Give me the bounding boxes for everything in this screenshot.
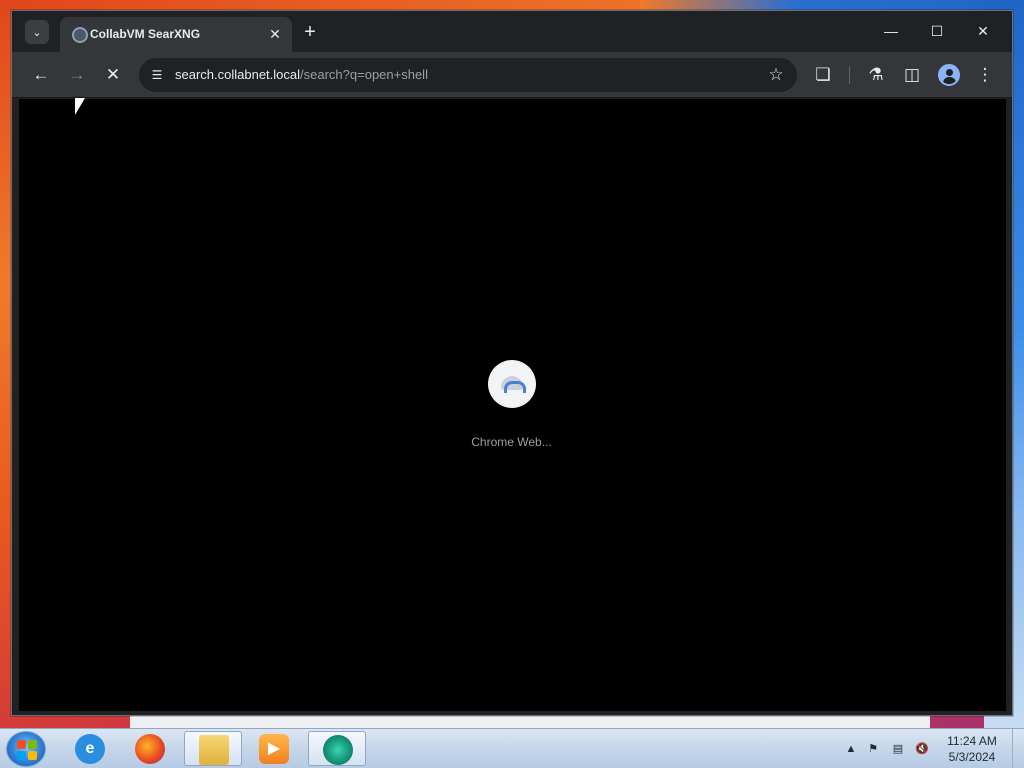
background-window-edge — [130, 714, 930, 728]
clock-date: 5/3/2024 — [948, 750, 996, 764]
taskbar-media-player[interactable]: ▶ — [245, 731, 303, 766]
chrome-web-app-icon — [323, 735, 353, 765]
site-info-icon[interactable]: ☰ — [147, 65, 167, 85]
tab-title: CollabVM SearXNG — [90, 27, 201, 41]
close-window-button[interactable]: ✕ — [969, 19, 997, 43]
loading-label: Chrome Web... — [471, 435, 552, 449]
labs-button[interactable]: ⚗ — [863, 63, 889, 87]
stop-loading-button[interactable]: ✕ — [100, 63, 126, 87]
arrow-left-icon: ← — [32, 65, 50, 84]
network-icon[interactable]: ▤ — [890, 741, 906, 757]
minimize-button[interactable]: — — [877, 19, 905, 43]
new-tab-button[interactable]: + — [298, 21, 322, 45]
address-bar[interactable]: ☰ search.collabnet.local/search?q=open+s… — [139, 58, 797, 92]
chevron-down-icon: ⌄ — [32, 26, 42, 39]
puzzle-icon: ❏ — [815, 65, 831, 84]
searxng-favicon-icon — [72, 27, 88, 43]
tab-close-icon[interactable]: ✕ — [266, 25, 284, 43]
taskbar-chrome-web-app[interactable] — [308, 731, 366, 766]
profile-avatar-icon[interactable] — [938, 64, 960, 86]
taskbar: e ▶ ▲ ⚑ ▤ 🔇 11:24 AM 5/3/2024 — [0, 728, 1024, 768]
flask-icon: ⚗ — [868, 65, 884, 84]
title-bar: ⌄ CollabVM SearXNG ✕ + — ☐ ✕ — [12, 11, 1012, 52]
side-panel-icon: ◫ — [903, 65, 921, 84]
mouse-cursor-icon — [75, 98, 85, 115]
bookmark-star-icon[interactable]: ☆ — [765, 64, 787, 86]
maximize-button[interactable]: ☐ — [923, 19, 951, 43]
menu-button[interactable]: ⋮ — [972, 63, 998, 87]
system-clock[interactable]: 11:24 AM 5/3/2024 — [938, 733, 1006, 765]
side-panel-button[interactable]: ◫ — [899, 63, 925, 87]
url-path: /search?q=open+shell — [300, 67, 428, 82]
taskbar-file-explorer[interactable] — [184, 731, 242, 766]
chrome-web-store-icon — [488, 360, 536, 408]
folder-icon — [199, 735, 229, 765]
url-host: search.collabnet.local — [175, 67, 301, 82]
page-content: Chrome Web... — [19, 99, 1006, 711]
taskbar-internet-explorer[interactable]: e — [61, 731, 119, 766]
taskbar-firefox[interactable] — [121, 731, 179, 766]
forward-button[interactable]: → — [64, 63, 90, 87]
extensions-button[interactable]: ❏ — [810, 63, 836, 87]
tab-active[interactable]: CollabVM SearXNG ✕ — [60, 17, 292, 52]
show-hidden-icons-icon[interactable]: ▲ — [843, 741, 859, 757]
firefox-icon — [135, 734, 165, 764]
action-center-flag-icon[interactable]: ⚑ — [865, 741, 881, 757]
clock-time: 11:24 AM — [947, 734, 997, 748]
browser-toolbar: ← → ✕ ☰ search.collabnet.local/search?q=… — [12, 52, 1012, 98]
close-icon: ✕ — [105, 65, 121, 84]
internet-explorer-icon: e — [75, 734, 105, 764]
toolbar-divider — [849, 66, 850, 84]
media-player-icon: ▶ — [259, 734, 289, 764]
chrome-window: ⌄ CollabVM SearXNG ✕ + — ☐ ✕ ← → ✕ ☰ sea… — [11, 10, 1013, 716]
show-desktop-button[interactable] — [1012, 729, 1024, 768]
tab-search-button[interactable]: ⌄ — [25, 20, 49, 44]
volume-muted-icon[interactable]: 🔇 — [914, 741, 930, 757]
back-button[interactable]: ← — [28, 63, 54, 87]
arrow-right-icon: → — [68, 65, 86, 84]
start-button[interactable] — [6, 731, 46, 767]
url-text[interactable]: search.collabnet.local/search?q=open+she… — [175, 67, 428, 82]
more-vert-icon: ⋮ — [976, 65, 994, 84]
